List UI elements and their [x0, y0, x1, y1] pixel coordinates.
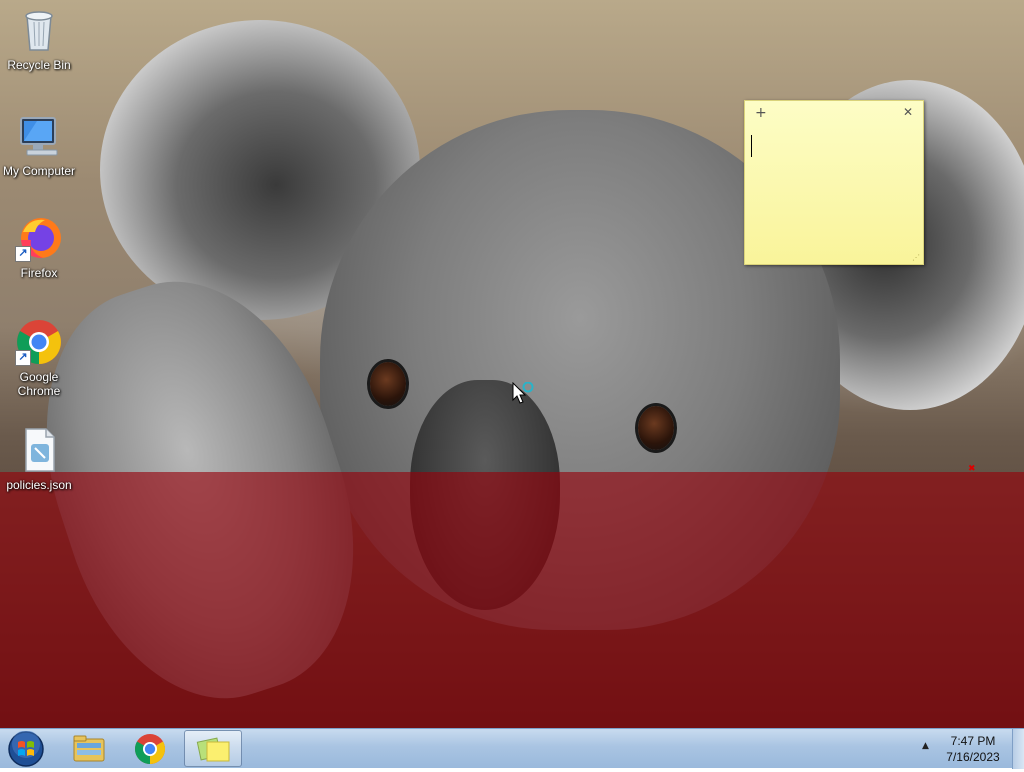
- taskbar-chrome-button[interactable]: [121, 730, 179, 767]
- clock-date: 7/16/2023: [946, 750, 1000, 764]
- windows-start-icon: [8, 730, 44, 767]
- sticky-notes-icon: [196, 737, 230, 762]
- desktop-icon-firefox[interactable]: ↗ Firefox: [1, 214, 77, 280]
- shortcut-arrow-icon: ↗: [15, 350, 31, 366]
- desktop-icon-label: policies.json: [6, 478, 72, 492]
- file-explorer-icon: [73, 735, 105, 762]
- computer-icon: [15, 112, 63, 160]
- sticky-note-window[interactable]: + ✕ ⋰: [744, 100, 924, 265]
- mouse-cursor-busy-icon: [512, 381, 538, 410]
- recycle-bin-icon: [15, 6, 63, 54]
- desktop-icon-policies-json[interactable]: policies.json: [1, 426, 77, 492]
- system-clock[interactable]: 7:47 PM 7/16/2023: [938, 733, 1008, 765]
- clock-time: 7:47 PM: [950, 734, 996, 748]
- wallpaper-koala-eye: [638, 406, 674, 450]
- desktop-icon-recycle-bin[interactable]: Recycle Bin: [1, 6, 77, 72]
- chrome-icon: [134, 734, 166, 764]
- resize-grip-icon[interactable]: ⋰: [912, 253, 920, 262]
- wallpaper-koala-eye: [370, 362, 406, 406]
- taskbar-file-explorer-button[interactable]: [60, 730, 118, 767]
- desktop-icon-label: Recycle Bin: [7, 58, 71, 72]
- taskbar: ▲ 7:47 PM 7/16/2023: [0, 728, 1024, 769]
- show-hidden-icons-button[interactable]: ▲: [922, 741, 929, 751]
- desktop-icon-label: My Computer: [2, 164, 76, 178]
- show-desktop-button[interactable]: [1012, 729, 1024, 769]
- firefox-icon: ↗: [15, 214, 63, 262]
- red-overlay: [0, 472, 1024, 728]
- desktop-icon-label: Google Chrome: [17, 370, 61, 398]
- chrome-icon: ↗: [15, 318, 63, 366]
- start-button[interactable]: [6, 730, 46, 767]
- red-mark-icon: ✖: [968, 464, 976, 474]
- desktop-icon-my-computer[interactable]: My Computer: [1, 112, 77, 178]
- desktop-icon-label: Firefox: [20, 266, 58, 280]
- add-note-button[interactable]: +: [755, 105, 767, 121]
- taskbar-sticky-notes-button[interactable]: [184, 730, 242, 767]
- desktop-icon-google-chrome[interactable]: ↗ Google Chrome: [1, 318, 77, 398]
- sticky-note-titlebar[interactable]: + ✕: [745, 101, 923, 127]
- sticky-note-text[interactable]: [750, 133, 918, 256]
- json-file-icon: [15, 426, 63, 474]
- desktop: ✖ Recycle Bin My Computer ↗ Firefox ↗ Go…: [0, 0, 1024, 728]
- close-note-button[interactable]: ✕: [903, 105, 913, 119]
- shortcut-arrow-icon: ↗: [15, 246, 31, 262]
